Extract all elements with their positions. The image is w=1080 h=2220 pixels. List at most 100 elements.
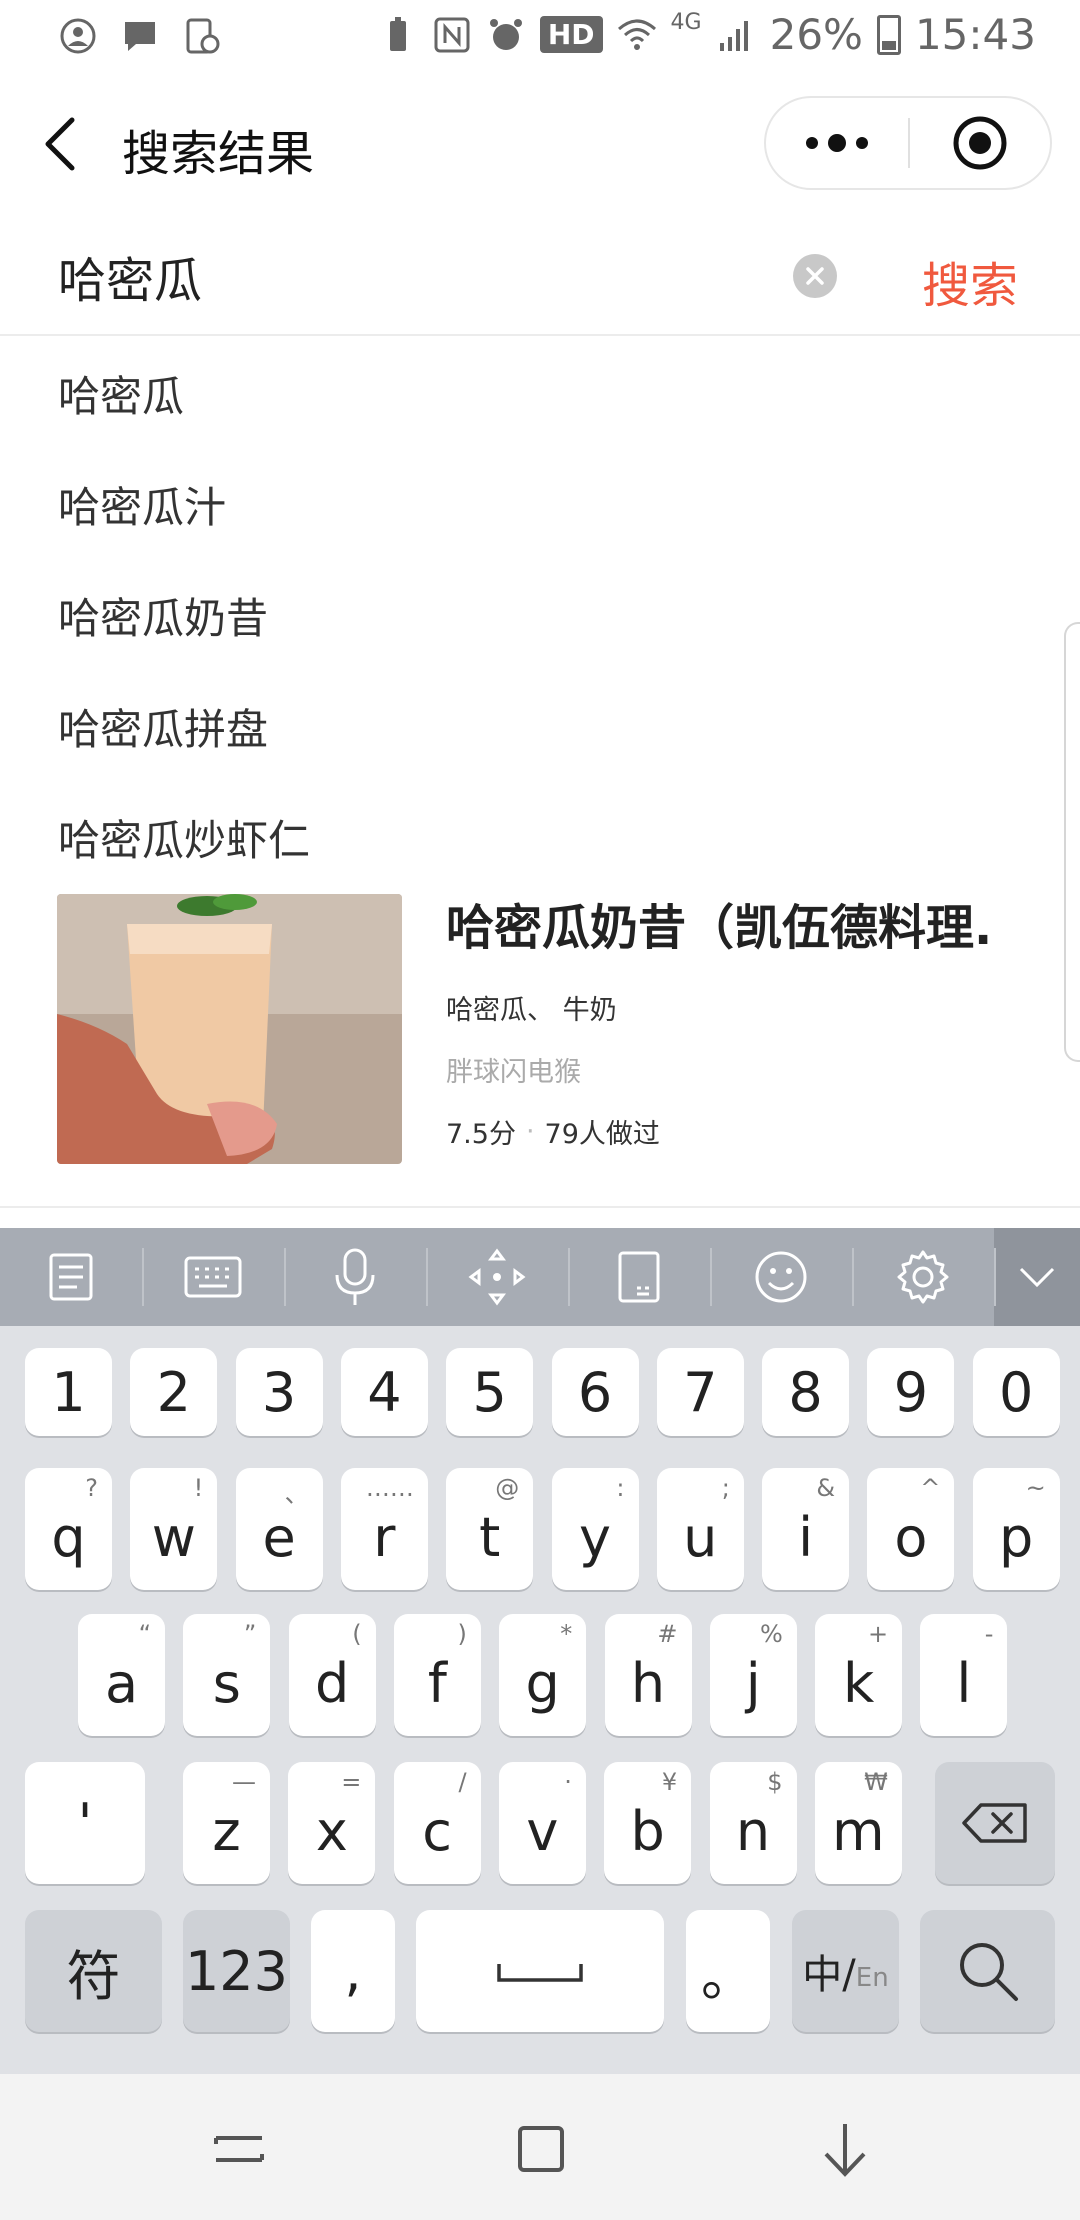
voice-input-button[interactable] — [284, 1228, 426, 1326]
clear-search-button[interactable] — [793, 254, 837, 298]
key-u[interactable]: ; u — [656, 1468, 744, 1590]
clipboard-button[interactable] — [0, 1228, 142, 1326]
key-label: 1 — [51, 1360, 86, 1424]
key-apostrophe[interactable]: ' — [25, 1762, 145, 1884]
home-icon[interactable] — [506, 2114, 576, 2184]
backspace-key[interactable] — [935, 1762, 1055, 1884]
key-alt-label: ~ — [1025, 1474, 1046, 1502]
space-key[interactable] — [416, 1910, 664, 2032]
recipe-made-count: 79人做过 — [544, 1119, 660, 1150]
key-4[interactable]: 4 — [340, 1348, 428, 1436]
recipe-ingredients: 哈密瓜、 牛奶 — [446, 995, 617, 1026]
key-q[interactable]: ? q — [25, 1468, 112, 1590]
key-k[interactable]: + k — [815, 1614, 903, 1736]
search-button[interactable]: 搜索 — [922, 246, 1018, 316]
search-icon — [959, 1943, 1018, 2001]
key-y[interactable]: :y — [551, 1468, 639, 1590]
key-d[interactable]: (d — [288, 1614, 376, 1736]
suggestion-item[interactable]: 哈密瓜炒虾仁 — [0, 782, 1080, 893]
numbers-key[interactable]: 123 — [183, 1910, 290, 2032]
key-label: u — [683, 1505, 718, 1569]
side-scroll-handle[interactable] — [1064, 622, 1080, 1062]
key-6[interactable]: 6 — [551, 1348, 639, 1436]
back-icon[interactable] — [36, 112, 86, 176]
key-7[interactable]: 7 — [656, 1348, 744, 1436]
key-o[interactable]: ^ o — [867, 1468, 955, 1590]
key-1[interactable]: 1 — [25, 1348, 112, 1436]
key-z[interactable]: — z — [183, 1762, 270, 1884]
hide-keyboard-button[interactable] — [994, 1228, 1080, 1326]
key-alt-label: ( — [352, 1620, 362, 1648]
suggestion-item[interactable]: 哈密瓜奶昔 — [0, 560, 1080, 671]
key-label: l — [956, 1651, 972, 1715]
search-key[interactable] — [920, 1910, 1055, 2032]
search-input[interactable] — [58, 246, 738, 306]
key-label: x — [315, 1799, 348, 1863]
key-w[interactable]: ! w — [130, 1468, 218, 1590]
stats-separator: · — [525, 1116, 535, 1147]
key-r[interactable]: …… r — [340, 1468, 428, 1590]
one-hand-mode-button[interactable] — [568, 1228, 710, 1326]
soft-keyboard: 1 2 3 4 5 6 7 8 9 0? q! w、 e…… r @ t: y; u & i ^ o ~ p “a” s(d) f *… — [0, 1326, 1080, 2074]
back-nav-icon[interactable] — [810, 2114, 880, 2184]
key-8[interactable]: 8 — [762, 1348, 850, 1436]
language-switch-key[interactable]: 中/En — [792, 1910, 899, 2032]
alarm-icon — [489, 18, 522, 50]
lang-en-label: En — [855, 1963, 889, 1993]
key-l[interactable]: -l — [920, 1614, 1008, 1736]
key-b[interactable]: ¥ b — [604, 1762, 692, 1884]
key-label: p — [999, 1505, 1034, 1569]
suggestion-item[interactable]: 哈密瓜汁 — [0, 449, 1080, 560]
key-label: 2 — [156, 1360, 191, 1424]
suggestion-item[interactable]: 哈密瓜拼盘 — [0, 671, 1080, 782]
key-m[interactable]: ₩ m — [814, 1762, 902, 1884]
status-bar: HD 4G 26% 15:43 — [0, 0, 1080, 72]
cursor-move-button[interactable] — [426, 1228, 568, 1326]
key-a[interactable]: “a — [78, 1614, 165, 1736]
key-f[interactable]: ) f — [393, 1614, 481, 1736]
key-v[interactable]: · v — [498, 1762, 586, 1884]
key-label: q — [51, 1505, 86, 1569]
key-label: f — [427, 1651, 447, 1715]
key-2[interactable]: 2 — [130, 1348, 218, 1436]
key-n[interactable]: $ n — [709, 1762, 797, 1884]
key-label: 3 — [261, 1360, 297, 1424]
key-label: o — [894, 1505, 928, 1569]
emoji-button[interactable] — [710, 1228, 852, 1326]
key-j[interactable]: % j — [709, 1614, 797, 1736]
key-h[interactable]: # h — [604, 1614, 692, 1736]
key-alt-label: ) — [457, 1620, 467, 1648]
key-c[interactable]: / c — [393, 1762, 481, 1884]
recent-apps-icon[interactable] — [204, 2114, 274, 2184]
key-g[interactable]: * g — [499, 1614, 587, 1736]
key-s[interactable]: ” s — [183, 1614, 271, 1736]
key-alt-label: ! — [193, 1474, 204, 1502]
comma-key[interactable]: , — [311, 1910, 395, 2032]
key-label: a — [104, 1651, 139, 1715]
period-key[interactable]: 。 — [686, 1910, 770, 2032]
key-5[interactable]: 5 — [446, 1348, 534, 1436]
symbols-key[interactable]: 符 — [25, 1910, 162, 2032]
key-alt-label: …… — [365, 1474, 414, 1502]
recipe-thumbnail[interactable] — [57, 894, 402, 1164]
keyboard-settings-button[interactable] — [852, 1228, 994, 1326]
recipe-result-card[interactable]: 哈密瓜奶昔（凯伍德料理. 哈密瓜、 牛奶 胖球闪电猴 7.5分 · 79人做过 — [0, 878, 1080, 1208]
keyboard-layout-button[interactable] — [142, 1228, 284, 1326]
key-3[interactable]: 3 — [235, 1348, 323, 1436]
key-x[interactable]: = x — [288, 1762, 376, 1884]
key-p[interactable]: ~ p — [972, 1468, 1060, 1590]
close-program-button[interactable] — [910, 115, 1050, 171]
key-label: k — [842, 1651, 875, 1715]
key-alt-label: + — [867, 1620, 889, 1648]
key-0[interactable]: 0 — [972, 1348, 1060, 1436]
suggestion-item[interactable]: 哈密瓜 — [0, 338, 1080, 449]
wifi-icon — [617, 19, 656, 50]
more-button[interactable] — [766, 98, 908, 188]
key-9[interactable]: 9 — [867, 1348, 955, 1436]
clear-icon — [806, 267, 824, 285]
key-e[interactable]: 、 e — [235, 1468, 323, 1590]
network-type: 4G — [670, 10, 702, 35]
key-i[interactable]: & i — [762, 1468, 850, 1590]
key-t[interactable]: @ t — [446, 1468, 534, 1590]
key-label: t — [479, 1505, 501, 1569]
